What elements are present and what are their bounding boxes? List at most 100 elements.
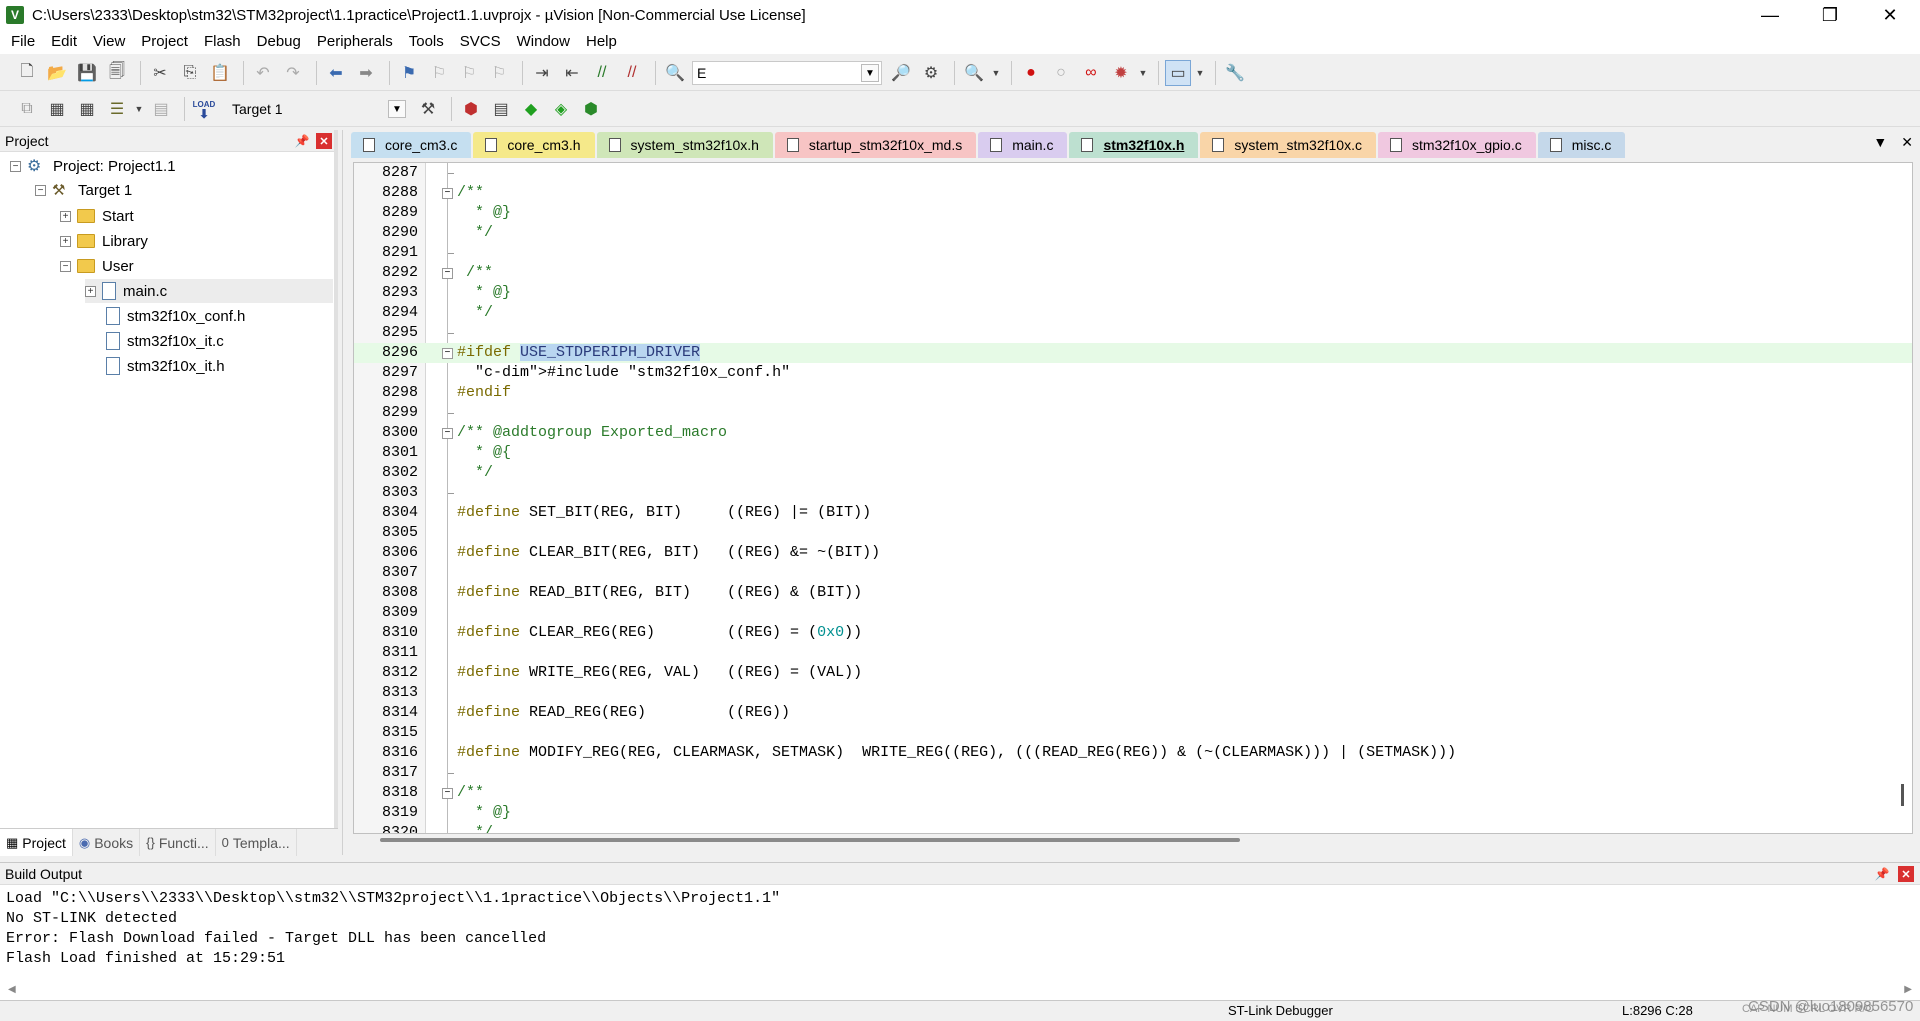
file-extensions-icon[interactable]: ⬢: [458, 96, 484, 122]
new-file-icon[interactable]: 🗋: [14, 60, 40, 86]
comment-icon[interactable]: //: [589, 60, 615, 86]
tab-file-active[interactable]: stm32f10x.h: [1069, 132, 1199, 158]
download-icon[interactable]: LOAD ⬇: [191, 96, 217, 122]
fold-toggle-icon[interactable]: −: [442, 788, 453, 799]
paste-icon[interactable]: 📋: [207, 60, 233, 86]
code-line[interactable]: 8314 #define READ_REG(REG) ((REG)): [354, 703, 1912, 723]
menu-file[interactable]: File: [3, 30, 43, 54]
batch-build-icon[interactable]: ☰: [104, 96, 130, 122]
configure-icon[interactable]: 🔧: [1222, 60, 1248, 86]
code-line[interactable]: 8289 * @}: [354, 203, 1912, 223]
select-packs-icon[interactable]: ◆: [518, 96, 544, 122]
editor-vertical-scrollbar[interactable]: [1901, 784, 1904, 806]
scroll-right-icon[interactable]: ▶: [1904, 984, 1912, 995]
stop-build-icon[interactable]: ▤: [148, 96, 174, 122]
tab-file[interactable]: startup_stm32f10x_md.s: [774, 132, 977, 158]
menu-flash[interactable]: Flash: [196, 30, 249, 54]
code-line[interactable]: 8313: [354, 683, 1912, 703]
code-line[interactable]: 8287: [354, 163, 1912, 183]
code-line[interactable]: 8308 #define READ_BIT(REG, BIT) ((REG) & …: [354, 583, 1912, 603]
menu-debug[interactable]: Debug: [249, 30, 309, 54]
tab-file[interactable]: misc.c: [1537, 132, 1626, 158]
collapse-icon[interactable]: −: [10, 160, 21, 172]
breakpoint-disable-icon[interactable]: ○: [1048, 60, 1074, 86]
tab-file[interactable]: system_stm32f10x.c: [1200, 132, 1376, 158]
chevron-down-icon[interactable]: ▼: [1138, 60, 1148, 86]
target-select[interactable]: Target 1 ▼: [227, 97, 409, 121]
code-line[interactable]: 8303: [354, 483, 1912, 503]
code-line[interactable]: 8310 #define CLEAR_REG(REG) ((REG) = (0x0…: [354, 623, 1912, 643]
code-line[interactable]: 8295: [354, 323, 1912, 343]
code-line[interactable]: 8317: [354, 763, 1912, 783]
chevron-down-icon[interactable]: ▼: [388, 100, 406, 118]
pin-icon[interactable]: 📌: [1874, 866, 1890, 882]
collapse-icon[interactable]: −: [60, 260, 71, 272]
code-line[interactable]: 8301 * @{: [354, 443, 1912, 463]
tab-functions[interactable]: {} Functi...: [140, 829, 216, 856]
code-line[interactable]: 8299: [354, 403, 1912, 423]
fold-toggle-icon[interactable]: −: [442, 428, 453, 439]
fold-toggle-icon[interactable]: −: [442, 348, 453, 359]
editor-horizontal-scrollbar[interactable]: [380, 838, 1240, 842]
tree-project-root[interactable]: − ⚙ Project: Project1.1: [10, 154, 176, 178]
debug-session-icon[interactable]: 🔍: [961, 60, 987, 86]
tree-file-conf-h[interactable]: stm32f10x_conf.h: [106, 304, 245, 328]
code-line[interactable]: 8288 −/**: [354, 183, 1912, 203]
incremental-find-icon[interactable]: ⚙: [918, 60, 944, 86]
chevron-down-icon[interactable]: ▼: [134, 96, 144, 122]
restore-button[interactable]: ❐: [1800, 0, 1860, 30]
build-output-text[interactable]: Load "C:\\Users\\2333\\Desktop\\stm32\\S…: [6, 889, 780, 969]
build-icon[interactable]: ▦: [44, 96, 70, 122]
code-line[interactable]: 8320 */: [354, 823, 1912, 833]
chevron-down-icon[interactable]: ▼: [861, 64, 879, 82]
pin-icon[interactable]: 📌: [294, 133, 310, 149]
code-line[interactable]: 8298 #endif: [354, 383, 1912, 403]
indent-icon[interactable]: ⇥: [529, 60, 555, 86]
menu-help[interactable]: Help: [578, 30, 625, 54]
redo-icon[interactable]: ↷: [280, 60, 306, 86]
find-icon[interactable]: 🔎: [888, 60, 914, 86]
tab-books[interactable]: ◉ Books: [73, 829, 141, 856]
expand-icon[interactable]: +: [60, 235, 71, 247]
code-line[interactable]: 8316 #define MODIFY_REG(REG, CLEARMASK, S…: [354, 743, 1912, 763]
minimize-button[interactable]: —: [1740, 0, 1800, 30]
unindent-icon[interactable]: ⇤: [559, 60, 585, 86]
code-line[interactable]: 8294 */: [354, 303, 1912, 323]
expand-icon[interactable]: +: [85, 285, 96, 297]
tree-file-main-c[interactable]: + main.c: [85, 279, 333, 303]
pack-installer-icon[interactable]: ⬢: [578, 96, 604, 122]
menu-edit[interactable]: Edit: [43, 30, 85, 54]
breakpoint-kill-all-icon[interactable]: ✹: [1108, 60, 1134, 86]
close-tab-icon[interactable]: ✕: [1901, 134, 1913, 151]
undo-icon[interactable]: ↶: [250, 60, 276, 86]
translate-icon[interactable]: ⧉: [14, 96, 40, 122]
tab-file[interactable]: core_cm3.c: [351, 132, 472, 158]
code-line[interactable]: 8312 #define WRITE_REG(REG, VAL) ((REG) =…: [354, 663, 1912, 683]
menu-tools[interactable]: Tools: [401, 30, 452, 54]
code-line[interactable]: 8292 − /**: [354, 263, 1912, 283]
target-options-icon[interactable]: ⚒: [415, 96, 441, 122]
breakpoint-disable-all-icon[interactable]: ∞: [1078, 60, 1104, 86]
bookmark-clear-icon[interactable]: ⚐: [486, 60, 512, 86]
tab-file[interactable]: main.c: [978, 132, 1068, 158]
tab-file[interactable]: stm32f10x_gpio.c: [1377, 132, 1536, 158]
tree-file-it-h[interactable]: stm32f10x_it.h: [106, 354, 225, 378]
tab-list-icon[interactable]: ▼: [1873, 134, 1887, 151]
open-file-icon[interactable]: 📂: [44, 60, 70, 86]
code-line[interactable]: 8300 −/** @addtogroup Exported_macro: [354, 423, 1912, 443]
find-combo[interactable]: E ▼: [692, 61, 882, 85]
code-line[interactable]: 8293 * @}: [354, 283, 1912, 303]
menu-peripherals[interactable]: Peripherals: [309, 30, 401, 54]
manage-project-items-icon[interactable]: ▤: [488, 96, 514, 122]
copy-icon[interactable]: ⎘: [177, 60, 203, 86]
code-line[interactable]: 8297 "c-dim">#include "stm32f10x_conf.h": [354, 363, 1912, 383]
tree-group-library[interactable]: + Library: [60, 229, 148, 253]
build-output-scrollbar[interactable]: ◀ ▶: [0, 979, 1920, 999]
rebuild-icon[interactable]: ▦: [74, 96, 100, 122]
expand-icon[interactable]: +: [60, 210, 71, 222]
code-line[interactable]: 8290 */: [354, 223, 1912, 243]
menu-window[interactable]: Window: [509, 30, 578, 54]
tab-file[interactable]: system_stm32f10x.h: [596, 132, 773, 158]
cut-icon[interactable]: ✂: [147, 60, 173, 86]
breakpoint-insert-icon[interactable]: ●: [1018, 60, 1044, 86]
